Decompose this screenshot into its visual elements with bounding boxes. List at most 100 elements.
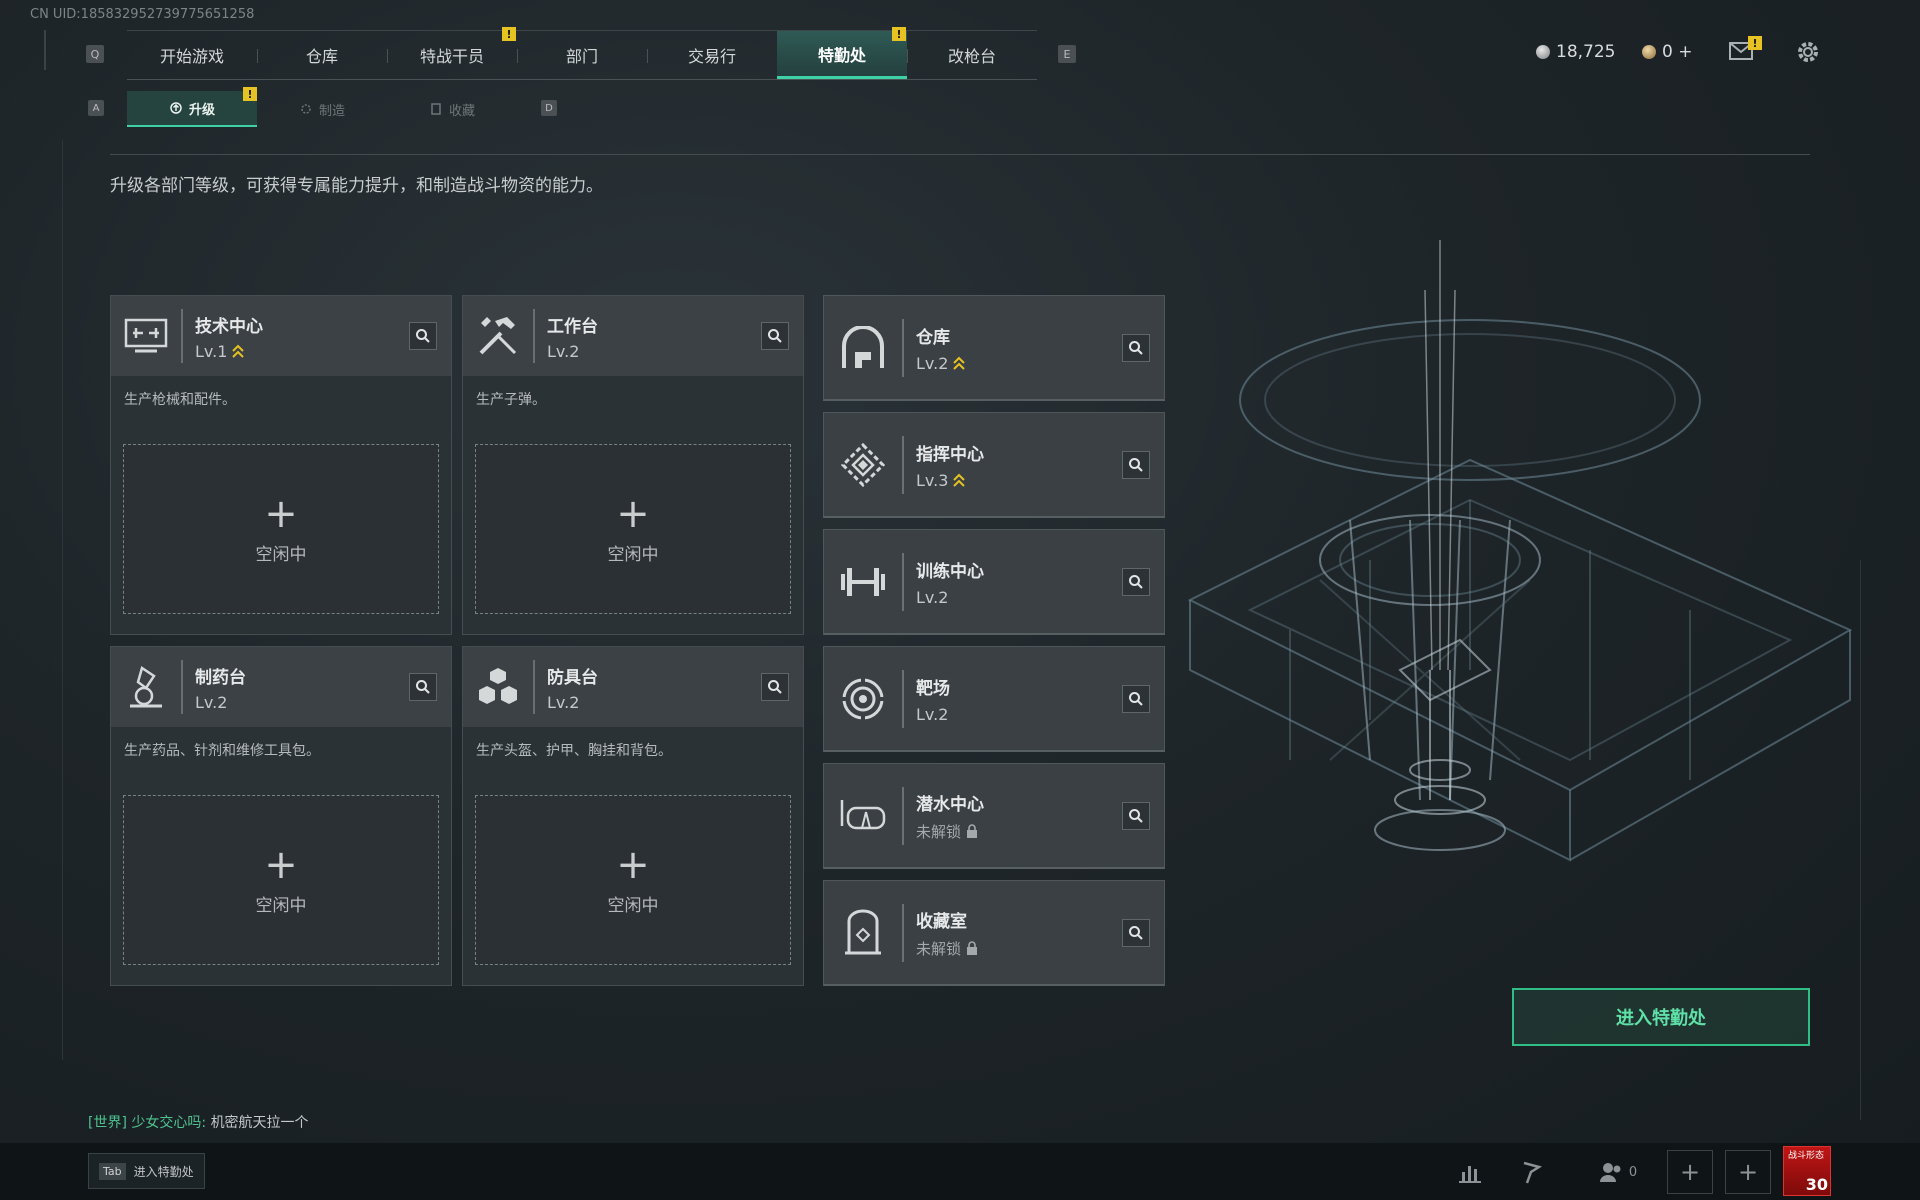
dept-card-shooting-range[interactable]: 靶场 Lv.2 xyxy=(823,646,1165,752)
tab-enter-special-ops[interactable]: Tab 进入特勤处 xyxy=(88,1153,205,1189)
bench-level: Lv.2 xyxy=(547,692,580,712)
bench-card-tech-center[interactable]: 技术中心 Lv.1 生产枪械和配件。 + 空闲中 xyxy=(110,295,452,635)
sub-nav: 升级 制造 收藏 xyxy=(127,91,517,127)
tab-enter-label: 进入特勤处 xyxy=(133,1164,194,1179)
bench-card-pharmacy[interactable]: 制药台 Lv.2 生产药品、针剂和维修工具包。 + 空闲中 xyxy=(110,646,452,986)
add-slot-button[interactable]: + xyxy=(1725,1150,1771,1194)
add-icon: + xyxy=(616,490,650,537)
search-icon xyxy=(768,329,782,343)
search-icon xyxy=(1129,458,1143,472)
dept-name: 训练中心 xyxy=(916,561,984,582)
tab-operators[interactable]: 特战干员 xyxy=(387,31,517,79)
search-button[interactable] xyxy=(1122,451,1150,479)
tab-special-ops[interactable]: 特勤处 xyxy=(777,31,907,79)
divider xyxy=(533,309,535,363)
player-avatar[interactable]: 战斗形态 30 xyxy=(1783,1146,1831,1196)
dept-name: 仓库 xyxy=(916,327,950,348)
bench-level: Lv.2 xyxy=(547,341,580,361)
add-icon: + xyxy=(616,841,650,888)
pharmacy-icon xyxy=(111,647,181,727)
production-slot[interactable]: + 空闲中 xyxy=(475,795,791,965)
search-button[interactable] xyxy=(1122,334,1150,362)
upgrade-chevron-icon xyxy=(953,356,966,370)
bench-level: Lv.2 xyxy=(195,692,228,712)
mail-warning-badge: ! xyxy=(1748,36,1762,50)
chat-message[interactable]: [世界] 少女交心吗: 机密航天拉一个 xyxy=(88,1112,309,1132)
subtab-upgrade[interactable]: 升级 xyxy=(127,91,257,127)
subtab-craft[interactable]: 制造 xyxy=(257,91,387,127)
bench-card-armor[interactable]: 防具台 Lv.2 生产头盔、护甲、胸挂和背包。 + 空闲中 xyxy=(462,646,804,986)
divider xyxy=(181,309,183,363)
bench-name: 技术中心 xyxy=(195,316,263,337)
tab-key-icon: Tab xyxy=(99,1162,126,1180)
search-button[interactable] xyxy=(1122,802,1150,830)
tab-start-game[interactable]: 开始游戏 xyxy=(127,31,257,79)
dept-card-command-center[interactable]: 指挥中心 Lv.3 xyxy=(823,412,1165,518)
tab-gunsmith[interactable]: 改枪台 xyxy=(907,31,1037,79)
settings-gear-icon[interactable] xyxy=(1794,38,1822,66)
tech-center-icon xyxy=(111,296,181,376)
next-tab-key[interactable]: E xyxy=(1058,45,1076,63)
bench-card-workbench[interactable]: 工作台 Lv.2 生产子弹。 + 空闲中 xyxy=(462,295,804,635)
dept-name: 潜水中心 xyxy=(916,794,984,815)
search-button[interactable] xyxy=(1122,685,1150,713)
slot-status: 空闲中 xyxy=(607,544,659,565)
friends-icon xyxy=(1599,1163,1621,1182)
search-button[interactable] xyxy=(409,673,437,701)
search-button[interactable] xyxy=(1122,568,1150,596)
divider xyxy=(902,318,904,377)
search-button[interactable] xyxy=(761,673,789,701)
upgrade-icon xyxy=(170,102,182,114)
bench-description: 生产子弹。 xyxy=(476,392,546,408)
subtab-craft-label: 制造 xyxy=(318,103,345,119)
chat-user[interactable]: 少女交心吗: xyxy=(131,1115,206,1131)
search-icon xyxy=(416,680,430,694)
dept-card-collection-room[interactable]: 收藏室 未解锁 xyxy=(823,880,1165,986)
dept-card-training-center[interactable]: 训练中心 Lv.2 xyxy=(823,529,1165,635)
tab-trading[interactable]: 交易行 xyxy=(647,31,777,79)
production-slot[interactable]: + 空闲中 xyxy=(123,444,439,614)
page-description: 升级各部门等级，可获得专属能力提升，和制造战斗物资的能力。 xyxy=(110,176,603,196)
search-icon xyxy=(1129,575,1143,589)
subtab-upgrade-label: 升级 xyxy=(188,102,215,118)
frame-line xyxy=(44,30,46,70)
dept-name: 靶场 xyxy=(916,678,950,699)
bench-name: 防具台 xyxy=(547,667,598,688)
search-icon xyxy=(1129,809,1143,823)
dept-card-warehouse[interactable]: 仓库 Lv.2 xyxy=(823,295,1165,401)
stats-icon[interactable] xyxy=(1448,1150,1492,1194)
enter-special-ops-button[interactable]: 进入特勤处 xyxy=(1512,988,1810,1046)
production-slot[interactable]: + 空闲中 xyxy=(475,444,791,614)
dept-card-diving-center[interactable]: 潜水中心 未解锁 xyxy=(823,763,1165,869)
divider xyxy=(902,903,904,962)
search-button[interactable] xyxy=(1122,919,1150,947)
dept-locked-status: 未解锁 xyxy=(916,939,962,958)
prev-tab-key[interactable]: Q xyxy=(86,45,104,63)
divider xyxy=(533,660,535,714)
currency-secondary[interactable]: 0 + xyxy=(1642,42,1692,62)
tab-warehouse[interactable]: 仓库 xyxy=(257,31,387,79)
lock-icon xyxy=(967,941,978,955)
tab-departments[interactable]: 部门 xyxy=(517,31,647,79)
divider xyxy=(902,669,904,728)
player-uid: CN UID:1858329527397756512​58 xyxy=(30,7,255,22)
upgrade-chevron-icon xyxy=(953,473,966,487)
search-button[interactable] xyxy=(761,322,789,350)
subtab-collect[interactable]: 收藏 xyxy=(387,91,517,127)
add-slot-button[interactable]: + xyxy=(1667,1150,1713,1194)
production-slot[interactable]: + 空闲中 xyxy=(123,795,439,965)
search-icon xyxy=(768,680,782,694)
base-hologram-illustration xyxy=(1170,200,1870,1020)
dept-name: 收藏室 xyxy=(916,911,967,932)
bench-name: 工作台 xyxy=(547,316,598,337)
shooting-range-icon xyxy=(824,646,902,752)
divider xyxy=(902,786,904,845)
next-subtab-key[interactable]: D xyxy=(541,100,557,116)
friends-count: 0 xyxy=(1628,1164,1638,1180)
bench-level: Lv.1 xyxy=(195,341,228,361)
flag-icon[interactable] xyxy=(1510,1150,1554,1194)
divider xyxy=(181,660,183,714)
friends-button[interactable]: 0 xyxy=(1588,1150,1648,1194)
prev-subtab-key[interactable]: A xyxy=(88,100,104,116)
search-button[interactable] xyxy=(409,322,437,350)
